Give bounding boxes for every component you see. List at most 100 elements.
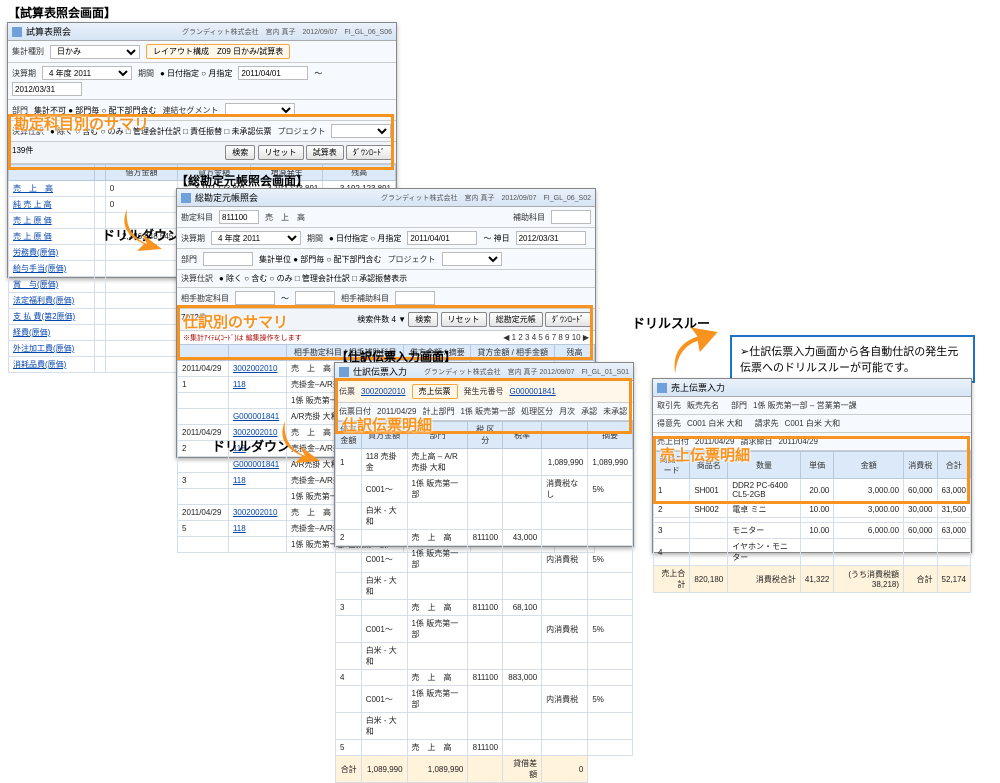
layout-pill[interactable]: レイアウト構成 Z09 日かみ/試算表: [146, 44, 290, 59]
cell: [228, 393, 286, 409]
cell: [105, 325, 178, 341]
proj-label: プロジェクト: [277, 126, 325, 137]
cell: [588, 713, 633, 740]
w2-to[interactable]: [516, 231, 586, 245]
table-row[interactable]: 3売 上 高81110068,100: [336, 600, 633, 616]
w2-dl[interactable]: ﾀﾞｳﾝﾛｰﾄﾞ: [545, 312, 591, 327]
table-row[interactable]: 4売 上 高811100883,000: [336, 670, 633, 686]
gl-section-header: 【総勘定元帳照会画面】: [176, 172, 308, 189]
period-label: 期間: [138, 68, 154, 79]
table-row[interactable]: 3モニター10.006,000.0060,00063,000: [654, 523, 971, 539]
win1-meta: グランディット株式会社 宮内 真子 2012/09/07 FI_GL_06_S0…: [182, 27, 392, 37]
w2-reset[interactable]: リセット: [441, 312, 487, 327]
sub-input[interactable]: [551, 210, 591, 224]
cell: [94, 261, 105, 277]
cell: [468, 616, 503, 643]
group-label: 集計種別: [12, 46, 44, 57]
cell: 白米 - 大和: [361, 643, 407, 670]
cell: [94, 197, 105, 213]
w2-period-radios[interactable]: ● 日付指定 ○ 月指定: [329, 233, 401, 244]
cell: 10.00: [800, 523, 833, 539]
cell: G000001841: [228, 457, 286, 473]
w2-pager[interactable]: ◀ 1 2 3 4 5 6 7 8 9 10 ▶: [503, 333, 589, 342]
cell: 3,000.00: [834, 479, 904, 502]
cell: [588, 530, 633, 546]
field: 1係 販売第一部 – 営業第一課: [753, 400, 857, 411]
group-select[interactable]: 日かみ: [50, 45, 140, 59]
dl-button[interactable]: ﾀﾞｳﾝﾛｰﾄﾞ: [346, 145, 392, 160]
cell: [105, 341, 178, 357]
cell: C001～: [361, 546, 407, 573]
w2-search[interactable]: 検索: [408, 312, 438, 327]
cell: C001～: [361, 616, 407, 643]
w2-gl[interactable]: 総勘定元帳: [489, 312, 543, 327]
table-row[interactable]: 1118 売掛金売上高 – A/R売掛 大和1,089,9901,089,990: [336, 449, 633, 476]
cell: [588, 503, 633, 530]
origin-no[interactable]: G000001841: [510, 387, 556, 396]
win3-grid: 借方金額貸方金額部門税 区分税率摘要 1118 売掛金売上高 – A/R売掛 大…: [335, 421, 633, 783]
cell: [94, 293, 105, 309]
table-row[interactable]: 1SH001DDR2 PC-6400 CL5-2GB20.003,000.006…: [654, 479, 971, 502]
seg-select[interactable]: [225, 103, 295, 117]
col-header: [9, 165, 95, 181]
cell: [468, 476, 503, 503]
fyear-select[interactable]: 4 年度 2011: [42, 66, 132, 80]
w2-pages: 検索件数 4 ▼: [357, 315, 406, 324]
col-header: 残高: [323, 165, 396, 181]
tb-button[interactable]: 試算表: [306, 145, 344, 160]
cell: 883,000: [503, 670, 542, 686]
field: 取引先: [657, 400, 681, 411]
cell: 売 上 高: [9, 181, 95, 197]
table-row[interactable]: 4イヤホン・モニター: [654, 539, 971, 566]
origin-slip-button[interactable]: 売上伝票: [412, 384, 458, 399]
cell: [542, 670, 588, 686]
cell: [542, 600, 588, 616]
w2-dept-radios[interactable]: 集計単位 ● 部門毎 ○ 配下部門含む: [259, 254, 382, 265]
period-to[interactable]: [12, 82, 82, 96]
pacct[interactable]: [235, 291, 275, 305]
win4-grid: 商品コード商品名数量単価金額消費税合計 1SH001DDR2 PC-6400 C…: [653, 451, 971, 593]
w2-fyear[interactable]: 4 年度 2011: [211, 231, 301, 245]
field: 得意先: [657, 418, 681, 429]
period-from[interactable]: [238, 66, 308, 80]
table-row[interactable]: 2売 上 高81110043,000: [336, 530, 633, 546]
cell: [336, 546, 362, 573]
win1-controls: 集計種別 日かみ レイアウト構成 Z09 日かみ/試算表: [8, 41, 396, 63]
search-button[interactable]: 検索: [225, 145, 255, 160]
win4-title: 売上伝票入力: [671, 381, 725, 394]
w2-je-radios[interactable]: ● 除く ○ 含む ○ のみ □ 管理会計仕訳 □ 承認振替表示: [219, 273, 407, 284]
cell: [94, 245, 105, 261]
proj-select[interactable]: [331, 124, 391, 138]
psub[interactable]: [395, 291, 435, 305]
cell: 支 払 費(第2原価): [9, 309, 95, 325]
field: 部門: [731, 400, 747, 411]
table-row[interactable]: 5売 上 高811100: [336, 740, 633, 756]
cell: [542, 530, 588, 546]
slip-no[interactable]: 3002002010: [361, 387, 406, 396]
acct-code[interactable]: [219, 210, 259, 224]
table-row[interactable]: 2SH002電卓 ミニ10.003,000.0030,00031,500: [654, 502, 971, 518]
w2-dept[interactable]: [203, 252, 253, 266]
cell: 純 売 上 高: [9, 197, 95, 213]
reset-button[interactable]: リセット: [258, 145, 304, 160]
w2-proj[interactable]: [442, 252, 502, 266]
w2-from[interactable]: [407, 231, 477, 245]
cell: [178, 393, 229, 409]
table-row[interactable]: 白米 - 大和: [336, 643, 633, 670]
field: C001 白米 大和: [687, 418, 743, 429]
table-row[interactable]: 白米 - 大和: [336, 573, 633, 600]
period-radios[interactable]: ● 日付指定 ○ 月指定: [160, 68, 232, 79]
cell: [588, 670, 633, 686]
table-row[interactable]: C001～1係 販売第一部内消費税5%: [336, 616, 633, 643]
pacct2[interactable]: [295, 291, 335, 305]
cell: 2011/04/29: [178, 361, 229, 377]
table-row[interactable]: C001～1係 販売第一部消費税なし5%: [336, 476, 633, 503]
table-row[interactable]: C001～1係 販売第一部内消費税5%: [336, 546, 633, 573]
cell: 法定福利費(原価): [9, 293, 95, 309]
table-row[interactable]: 白米 - 大和: [336, 713, 633, 740]
cell: [94, 277, 105, 293]
cell: 2011/04/29: [178, 505, 229, 521]
cell: [800, 539, 833, 566]
table-row[interactable]: C001～1係 販売第一部内消費税5%: [336, 686, 633, 713]
table-row[interactable]: 白米 - 大和: [336, 503, 633, 530]
